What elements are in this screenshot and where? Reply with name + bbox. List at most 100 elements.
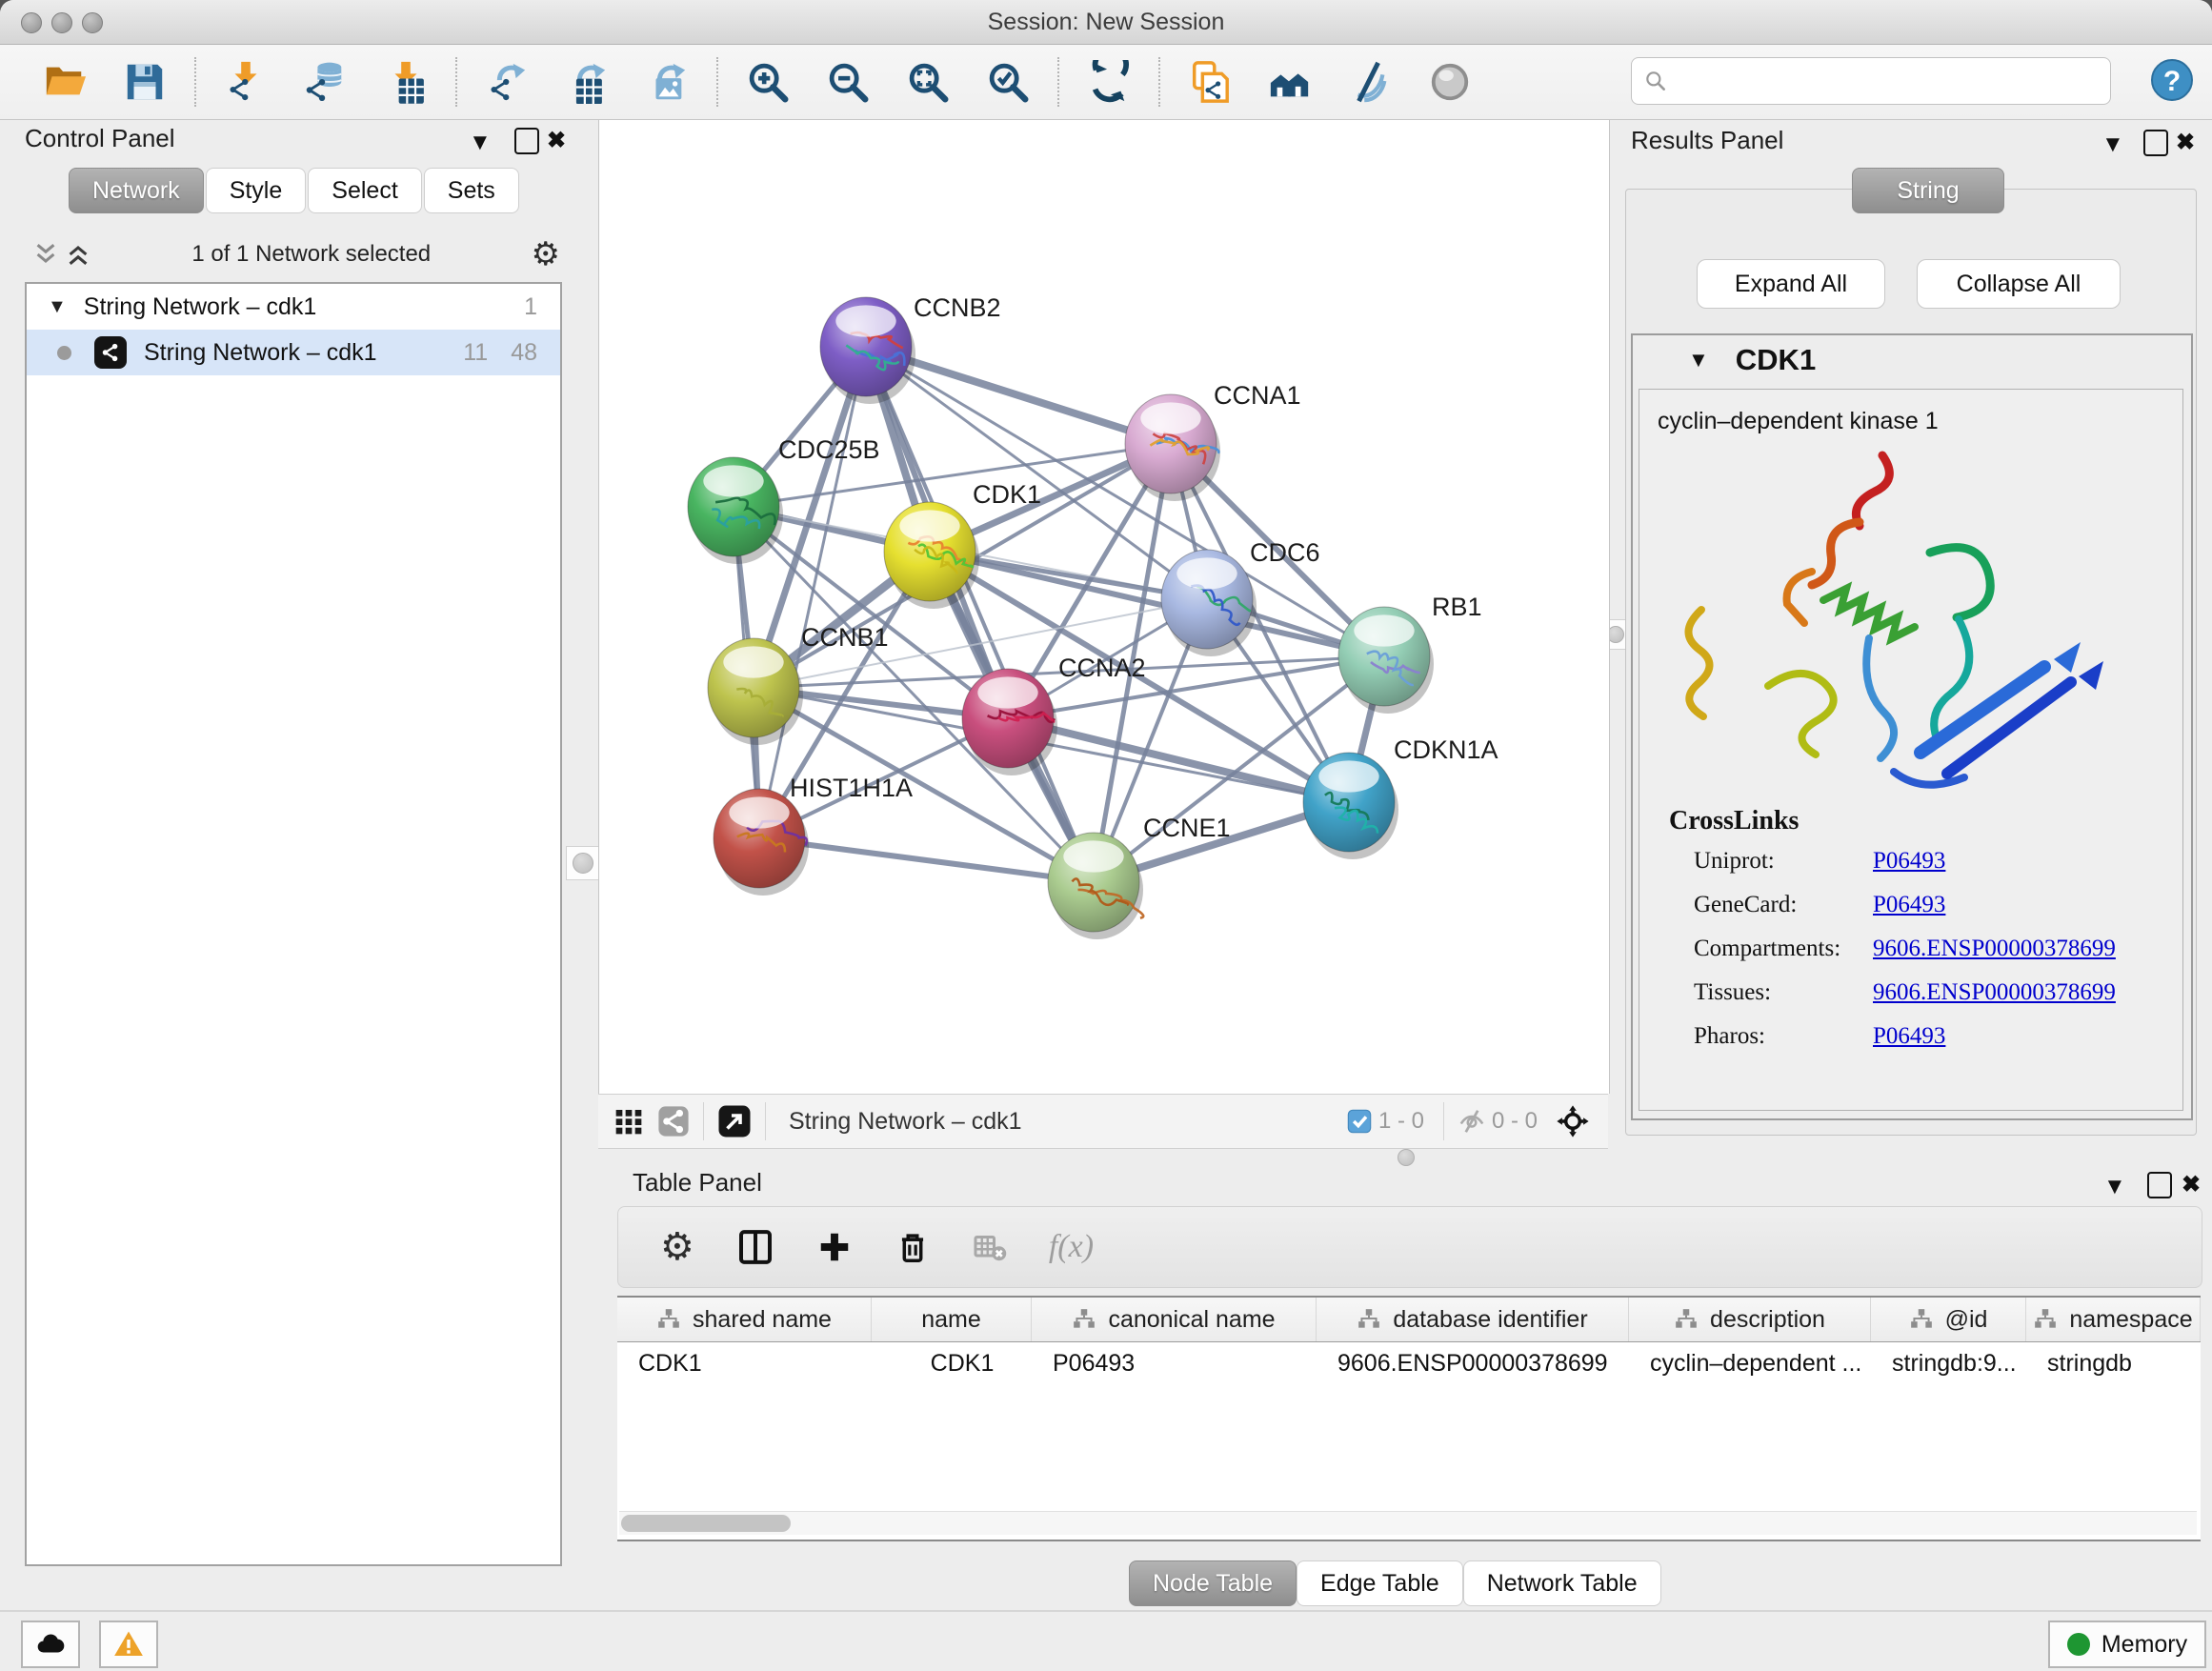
import-network-file-icon[interactable] [222, 58, 270, 106]
network-node-ccna1[interactable] [1125, 394, 1220, 501]
cloud-button[interactable] [21, 1621, 80, 1668]
network-edge[interactable] [759, 838, 1094, 882]
control-panel-menu-icon[interactable]: ▼ [469, 131, 492, 154]
crosslink-value-link[interactable]: 9606.ENSP00000378699 [1873, 936, 2116, 962]
add-column-icon[interactable] [816, 1229, 853, 1265]
tab-sets[interactable]: Sets [424, 168, 519, 213]
network-row-selected[interactable]: String Network – cdk1 11 48 [27, 330, 560, 375]
network-node-ccnb1[interactable] [708, 638, 803, 745]
import-table-icon[interactable] [382, 58, 430, 106]
close-window-icon[interactable] [21, 12, 42, 33]
gene-caret-icon[interactable]: ▼ [1688, 348, 1709, 372]
gene-section-header[interactable]: ▼ CDK1 [1633, 335, 2187, 385]
table-cell[interactable]: 9606.ENSP00000378699 [1317, 1342, 1629, 1386]
birdseye-view-icon[interactable] [717, 1104, 752, 1138]
selected-nodes-checkbox-icon[interactable] [1346, 1108, 1373, 1135]
table-settings-gear-icon[interactable]: ⚙ [660, 1231, 694, 1263]
import-network-database-icon[interactable] [302, 58, 350, 106]
network-node-cdc25b[interactable] [688, 457, 783, 564]
control-panel-float-icon[interactable] [514, 128, 539, 154]
expand-all-button[interactable]: Expand All [1697, 259, 1885, 309]
clone-network-icon[interactable] [1186, 58, 1234, 106]
crosslink-value-link[interactable]: P06493 [1873, 1023, 1945, 1050]
results-panel-close-icon[interactable]: ✖ [2176, 131, 2195, 154]
table-cell[interactable]: stringdb [2026, 1342, 2201, 1386]
table-row[interactable]: CDK1CDK1P064939606.ENSP00000378699cyclin… [617, 1342, 2201, 1386]
search-field[interactable] [1631, 57, 2111, 105]
bottom-splitter-handle[interactable] [1398, 1149, 1415, 1166]
crosslink-value-link[interactable]: 9606.ENSP00000378699 [1873, 979, 2116, 1006]
table-hscrollbar-thumb[interactable] [621, 1515, 791, 1532]
export-network-icon[interactable] [483, 58, 531, 106]
network-edge[interactable] [866, 347, 1384, 656]
collection-caret-icon[interactable]: ▼ [48, 296, 67, 318]
table-panel-close-icon[interactable]: ✖ [2182, 1174, 2201, 1197]
results-panel-float-icon[interactable] [2143, 130, 2168, 156]
tab-style[interactable]: Style [206, 168, 307, 213]
table-cell[interactable]: P06493 [1032, 1342, 1317, 1386]
network-node-cdkn1a[interactable] [1303, 753, 1398, 859]
column-header-name[interactable]: name [872, 1298, 1032, 1341]
maximize-window-icon[interactable] [82, 12, 103, 33]
open-file-icon[interactable] [41, 58, 89, 106]
help-button[interactable]: ? [2149, 57, 2195, 103]
tab-string[interactable]: String [1852, 168, 2004, 213]
table-cell[interactable]: CDK1 [872, 1342, 1032, 1386]
hide-panels-icon[interactable] [1346, 58, 1394, 106]
show-panels-icon[interactable] [1426, 58, 1474, 106]
tab-edge-table[interactable]: Edge Table [1297, 1560, 1463, 1606]
results-panel-menu-icon[interactable]: ▼ [2101, 133, 2124, 156]
column-header-namespace[interactable]: namespace [2026, 1298, 2201, 1341]
table-panel-float-icon[interactable] [2147, 1172, 2172, 1198]
memory-button[interactable]: Memory [2048, 1621, 2206, 1668]
refresh-view-icon[interactable] [1085, 58, 1133, 106]
save-session-icon[interactable] [121, 58, 169, 106]
expand-all-icon[interactable] [65, 241, 91, 268]
collapse-all-button[interactable]: Collapse All [1917, 259, 2121, 309]
grid-view-icon[interactable] [613, 1106, 644, 1137]
delete-column-icon[interactable] [895, 1229, 931, 1265]
search-input[interactable] [1676, 61, 2110, 101]
tab-network[interactable]: Network [69, 168, 204, 213]
network-share-icon[interactable] [657, 1105, 690, 1137]
collapse-all-icon[interactable] [32, 241, 59, 268]
network-node-cdk1[interactable] [884, 502, 979, 609]
show-columns-icon[interactable] [736, 1228, 774, 1266]
column-header-shared-name[interactable]: shared name [617, 1298, 872, 1341]
node-table[interactable]: shared namenamecanonical namedatabase id… [617, 1296, 2201, 1541]
zoom-in-icon[interactable] [744, 58, 792, 106]
crosslink-value-link[interactable]: P06493 [1873, 848, 1945, 875]
column-header-description[interactable]: description [1629, 1298, 1871, 1341]
network-collection-row[interactable]: ▼ String Network – cdk1 1 [27, 284, 560, 330]
zoom-out-icon[interactable] [824, 58, 872, 106]
table-panel-menu-icon[interactable]: ▼ [2103, 1176, 2126, 1198]
zoom-fit-icon[interactable] [904, 58, 952, 106]
zoom-selected-icon[interactable] [984, 58, 1032, 106]
network-node-hist1h1a[interactable] [714, 789, 809, 896]
network-edge[interactable] [759, 347, 866, 838]
column-header-canonical-name[interactable]: canonical name [1032, 1298, 1317, 1341]
table-cell[interactable]: CDK1 [617, 1342, 872, 1386]
network-canvas[interactable]: CCNB2CCNA1CDC25BCDK1CDC6RB1CCNB1CCNA2CDK… [598, 120, 1610, 1094]
export-image-icon[interactable] [643, 58, 691, 106]
minimize-window-icon[interactable] [51, 12, 72, 33]
fit-selected-crosshair-icon[interactable] [1555, 1103, 1591, 1139]
export-table-icon[interactable] [563, 58, 611, 106]
warnings-button[interactable] [99, 1621, 158, 1668]
show-home-icon[interactable] [1266, 58, 1314, 106]
table-hscrollbar[interactable] [619, 1511, 2197, 1535]
left-splitter-handle[interactable] [566, 846, 600, 880]
table-cell[interactable]: stringdb:9... [1871, 1342, 2026, 1386]
control-panel-close-icon[interactable]: ✖ [547, 130, 566, 152]
tab-node-table[interactable]: Node Table [1129, 1560, 1297, 1606]
crosslink-value-link[interactable]: P06493 [1873, 892, 1945, 918]
column-header-database-identifier[interactable]: database identifier [1317, 1298, 1629, 1341]
network-node-cdc6[interactable] [1161, 550, 1257, 656]
network-node-rb1[interactable] [1338, 607, 1434, 714]
table-cell[interactable]: cyclin–dependent ... [1629, 1342, 1871, 1386]
network-node-ccne1[interactable] [1048, 833, 1143, 939]
tab-network-table[interactable]: Network Table [1463, 1560, 1661, 1606]
tab-select[interactable]: Select [308, 168, 421, 213]
column-header-@id[interactable]: @id [1871, 1298, 2026, 1341]
network-options-gear-icon[interactable]: ⚙ [532, 238, 560, 271]
